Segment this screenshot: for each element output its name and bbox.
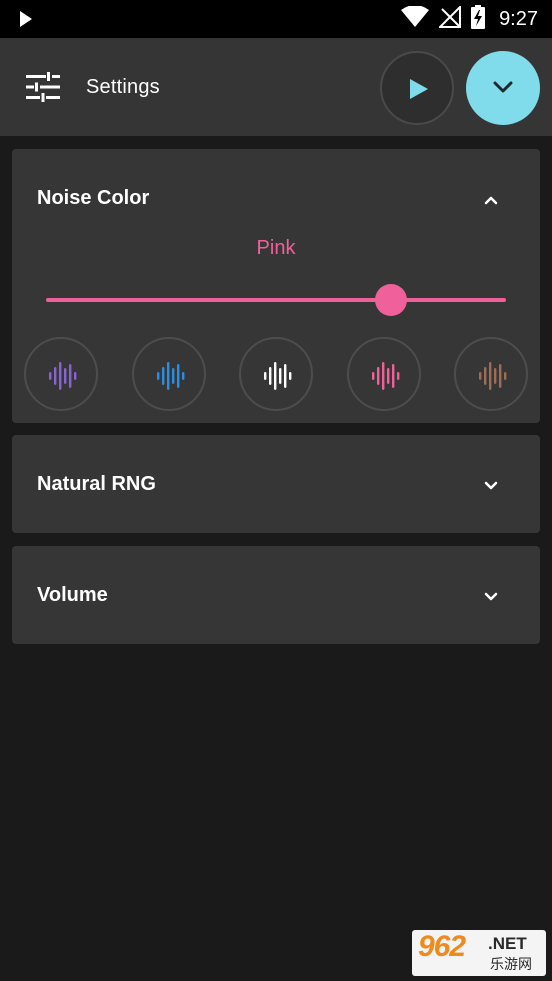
chevron-down-icon[interactable]	[484, 478, 498, 496]
watermark-logo: 962 .NET 乐游网	[412, 930, 546, 976]
no-signal-icon	[437, 4, 462, 33]
noise-color-option-pink[interactable]	[347, 337, 421, 411]
status-time: 9:27	[499, 7, 538, 30]
watermark-suffix: .NET	[488, 934, 527, 953]
noise-color-card: Noise Color Pink	[12, 149, 540, 423]
waveform-icon	[157, 362, 185, 390]
app-bar: Settings	[0, 38, 552, 136]
noise-color-option-brown[interactable]	[454, 337, 528, 411]
page-title: Settings	[86, 76, 160, 98]
play-icon	[410, 79, 428, 99]
noise-color-title[interactable]: Noise Color	[37, 187, 149, 210]
volume-card[interactable]: Volume	[12, 546, 540, 644]
status-icons: 9:27	[401, 4, 538, 34]
noise-color-option-blue[interactable]	[132, 337, 206, 411]
waveform-icon	[479, 362, 507, 390]
wifi-icon	[401, 4, 430, 33]
play-notification-icon	[18, 10, 34, 33]
chevron-up-icon[interactable]	[484, 192, 498, 210]
waveform-icon	[49, 362, 77, 390]
noise-color-slider-track[interactable]	[46, 298, 506, 302]
volume-title: Volume	[37, 584, 108, 606]
noise-color-value: Pink	[256, 237, 296, 259]
chevron-down-icon	[493, 81, 513, 93]
play-button[interactable]	[380, 51, 454, 125]
battery-charging-icon	[471, 4, 486, 34]
noise-color-option-white[interactable]	[239, 337, 313, 411]
natural-rng-title: Natural RNG	[37, 473, 156, 495]
waveform-icon	[372, 362, 400, 390]
collapse-button[interactable]	[466, 51, 540, 125]
settings-sliders-icon[interactable]	[26, 72, 60, 107]
status-bar: 9:27	[0, 0, 552, 38]
chevron-down-icon[interactable]	[484, 589, 498, 607]
natural-rng-card[interactable]: Natural RNG	[12, 435, 540, 533]
watermark-number: 962	[418, 930, 466, 963]
noise-color-option-violet[interactable]	[24, 337, 98, 411]
noise-color-slider-thumb[interactable]	[375, 284, 407, 316]
waveform-icon	[264, 362, 292, 390]
watermark-chinese: 乐游网	[490, 957, 532, 973]
